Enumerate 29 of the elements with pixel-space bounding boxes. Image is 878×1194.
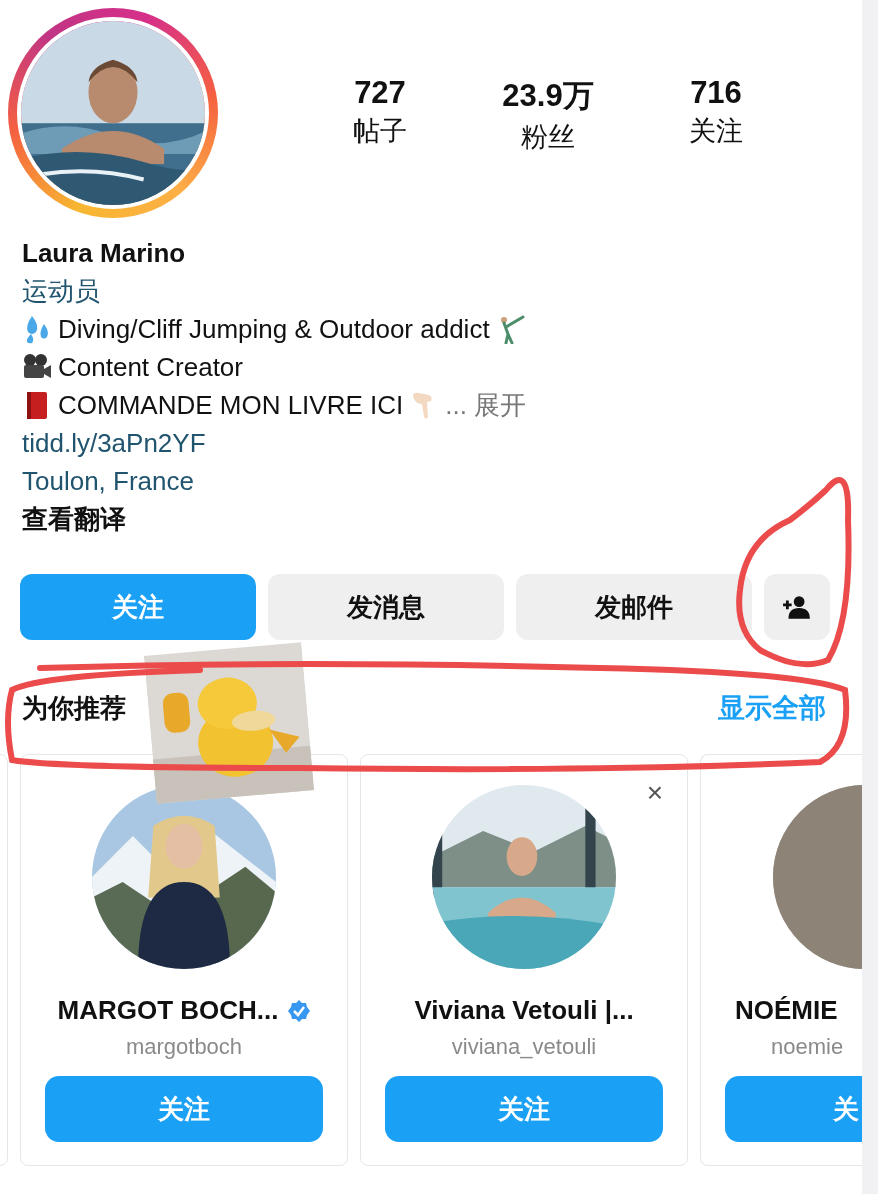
bio-text: COMMANDE MON LIVRE ICI <box>58 389 404 422</box>
suggested-name: NOÉMIE <box>735 995 838 1026</box>
profile-link[interactable]: tidd.ly/3aPn2YF <box>22 424 206 462</box>
bio-text: Diving/Cliff Jumping & Outdoor addict <box>58 313 490 346</box>
add-person-icon <box>782 595 812 619</box>
suggested-name: MARGOT BOCH... <box>57 995 279 1026</box>
profile-category: 运动员 <box>22 275 101 308</box>
stat-count: 716 <box>690 75 742 111</box>
bio-text: Content Creator <box>58 351 243 384</box>
action-button[interactable]: 发邮件 <box>516 574 752 640</box>
close-icon[interactable]: × <box>646 779 663 807</box>
action-button[interactable]: 发消息 <box>268 574 504 640</box>
suggested-username: viviana_vetouli <box>451 1034 597 1060</box>
profile-name: Laura Marino <box>22 237 187 270</box>
suggested-username: margotboch <box>125 1034 243 1060</box>
suggestion-card[interactable]: NOÉMIE noemie 关 <box>700 754 862 1166</box>
suggestion-card[interactable]: × Viviana Vetouli |... viviana_vetouli 关注 <box>360 754 688 1166</box>
stat-count: 23.9万 <box>502 77 594 115</box>
stat-label: 粉丝 <box>521 121 575 154</box>
expand-link[interactable]: ... 展开 <box>445 386 527 424</box>
stat-label: 帖子 <box>353 115 407 148</box>
stat-count: 727 <box>354 75 406 111</box>
profile-location[interactable]: Toulon, France <box>22 462 194 500</box>
stat-label: 关注 <box>689 115 743 148</box>
section-title: 为你推荐 <box>22 691 126 725</box>
suggested-name: Viviana Vetouli |... <box>414 995 634 1026</box>
suggested-username: noemie <box>771 1034 844 1060</box>
translate-link[interactable]: 查看翻译 <box>22 500 126 538</box>
suggest-people-button[interactable] <box>764 574 830 640</box>
